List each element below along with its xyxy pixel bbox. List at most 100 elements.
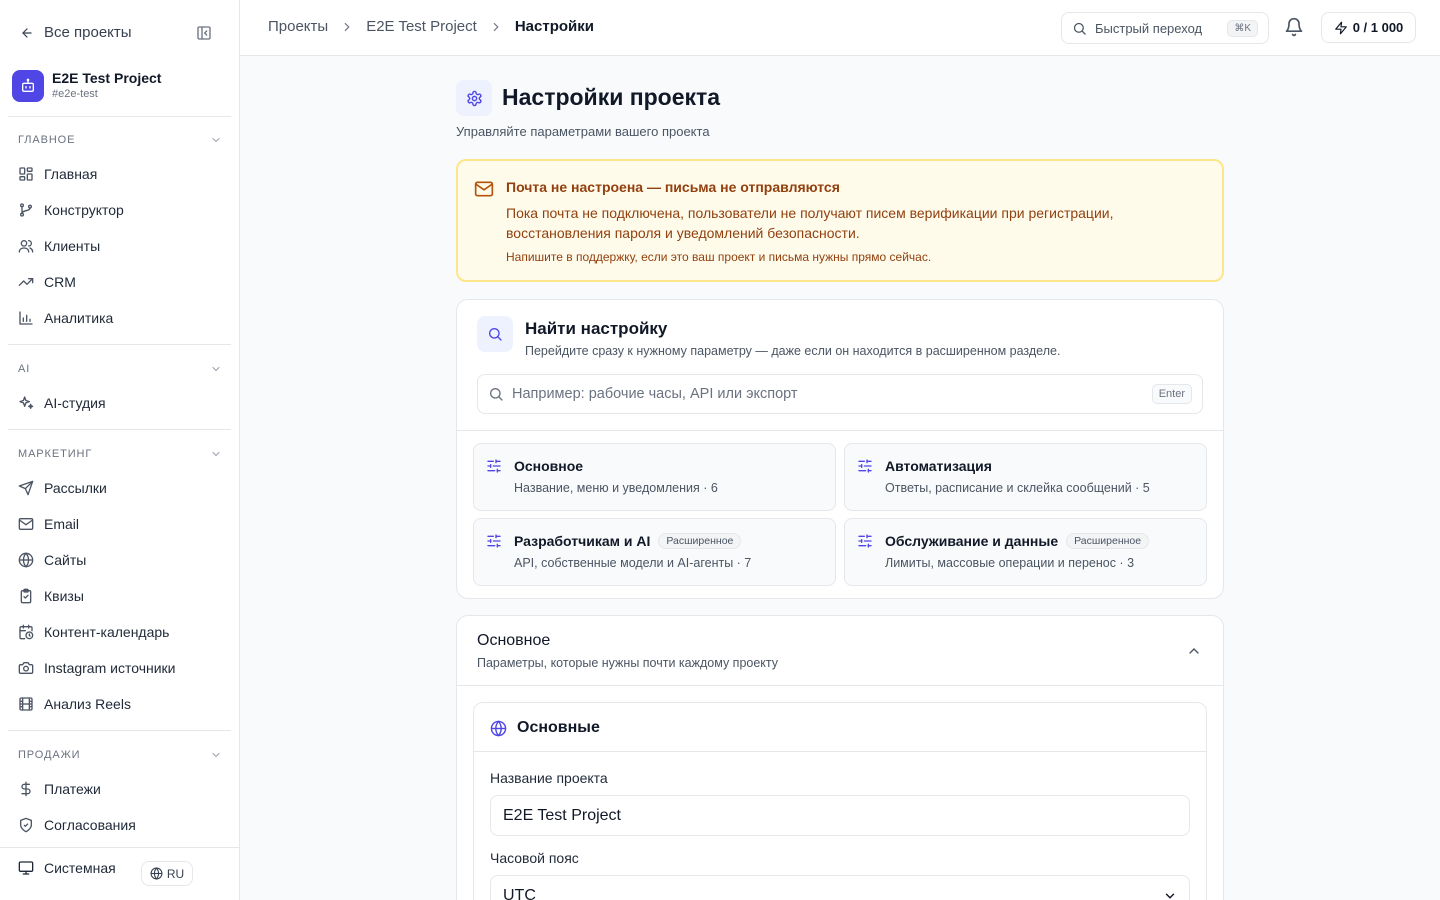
section-collapse-button[interactable]: [1186, 643, 1202, 659]
sidebar-item-label: CRM: [44, 274, 76, 290]
section-title: ПРОДАЖИ: [18, 749, 81, 761]
chevron-down-icon: [212, 451, 220, 457]
language-label: RU: [166, 866, 185, 881]
sidebar-item-label: Анализ Reels: [44, 696, 131, 712]
card-title: Основные: [517, 719, 600, 736]
camera-icon: [18, 662, 34, 674]
sidebar-item-label: Квизы: [44, 588, 84, 604]
category-automation[interactable]: Автоматизация Ответы, расписание и склей…: [844, 443, 1207, 511]
credits-button[interactable]: 0 / 1 000: [1321, 12, 1416, 43]
sidebar-item-reels-analysis[interactable]: Анализ Reels: [18, 689, 228, 719]
language-switcher[interactable]: RU: [141, 861, 193, 886]
sidebar-item-label: Instagram источники: [44, 660, 176, 676]
sidebar-item-instagram-sources[interactable]: Instagram источники: [18, 653, 228, 683]
find-setting-card: Найти настройку Перейдите сразу к нужном…: [456, 299, 1224, 599]
alert-title: Почта не настроена — письма не отправляю…: [506, 179, 840, 195]
sidebar-item-crm[interactable]: CRM: [18, 267, 228, 297]
divider: [8, 730, 231, 731]
sidebar-item-payments[interactable]: Платежи: [18, 774, 228, 804]
project-slug: #e2e-test: [52, 88, 98, 100]
category-title: Основное: [514, 458, 583, 474]
shield-check-icon: [20, 817, 32, 833]
timezone-select[interactable]: UTC: [490, 875, 1190, 900]
section-marketing-toggle[interactable]: МАРКЕТИНГ: [18, 444, 222, 464]
chevron-up-icon: [1189, 648, 1199, 654]
category-title-text: Основное: [514, 458, 584, 474]
section-title: МАРКЕТИНГ: [18, 448, 93, 460]
zap-icon: [1334, 21, 1347, 34]
chevron-right-icon: [344, 22, 350, 31]
sidebar-item-mailings[interactable]: Рассылки: [18, 473, 228, 503]
sidebar-item-ai-studio[interactable]: AI-студия: [18, 388, 228, 418]
section-title: ГЛАВНОЕ: [18, 134, 76, 146]
category-desc: Название, меню и уведомления · 6: [514, 481, 718, 495]
all-projects-link[interactable]: Все проекты: [20, 24, 132, 41]
notifications-button[interactable]: [1284, 17, 1304, 37]
divider: [8, 116, 231, 117]
settings-search-input[interactable]: [512, 386, 1144, 402]
sidebar-item-label: Email: [44, 516, 80, 532]
sidebar-item-label: Сайты: [44, 552, 87, 568]
quick-nav-shortcut: ⌘K: [1227, 19, 1258, 37]
timezone-label: Часовой пояс: [490, 850, 579, 866]
divider: [474, 751, 1206, 752]
divider: [457, 430, 1223, 431]
sidebar-item-label: Платежи: [44, 781, 101, 797]
breadcrumb-project[interactable]: E2E Test Project: [366, 18, 477, 35]
page-subtitle: Управляйте параметрами вашего проекта: [456, 124, 710, 139]
bar-chart-icon: [19, 311, 33, 325]
quick-nav-button[interactable]: Быстрый переход ⌘K: [1061, 12, 1269, 44]
divider: [0, 847, 239, 848]
sparkles-icon: [19, 396, 34, 409]
divider: [8, 429, 231, 430]
sidebar-item-email[interactable]: Email: [18, 509, 228, 539]
sidebar-item-analytics[interactable]: Аналитика: [18, 303, 228, 333]
chevron-down-icon: [212, 366, 220, 372]
category-developers-ai[interactable]: Разработчикам и AI Расширенное API, собст…: [473, 518, 836, 586]
alert-body: Пока почта не подключена, пользователи н…: [506, 205, 1114, 241]
trending-up-icon: [18, 278, 34, 286]
project-name-label: Название проекта: [490, 770, 608, 786]
sliders-icon: [858, 534, 872, 548]
theme-label: Системная: [44, 860, 116, 876]
category-maintenance-data[interactable]: Обслуживание и данные Расширенное Лимиты,…: [844, 518, 1207, 586]
breadcrumb-current: Настройки: [514, 18, 594, 35]
category-title: Разработчикам и AI Расширенное: [514, 533, 742, 549]
globe-icon: [18, 552, 34, 568]
collapse-sidebar-button[interactable]: [196, 25, 214, 43]
sidebar-item-label: Главная: [44, 166, 98, 182]
sidebar-item-clients[interactable]: Клиенты: [18, 231, 228, 261]
sidebar-item-home[interactable]: Главная: [18, 159, 228, 189]
sidebar-item-sites[interactable]: Сайты: [18, 545, 228, 575]
divider: [8, 344, 231, 345]
dollar-sign-icon: [21, 781, 31, 797]
divider: [457, 685, 1223, 686]
section-main-toggle[interactable]: ГЛАВНОЕ: [18, 130, 222, 150]
alert-icon-wrap: [474, 179, 494, 199]
breadcrumb-projects[interactable]: Проекты: [268, 18, 328, 35]
section-sales-toggle[interactable]: ПРОДАЖИ: [18, 745, 222, 765]
sidebar-item-content-calendar[interactable]: Контент-календарь: [18, 617, 228, 647]
sidebar-item-builder[interactable]: Конструктор: [18, 195, 228, 225]
section-subtitle: Параметры, которые нужны почти каждому п…: [477, 656, 779, 670]
sliders-icon: [487, 534, 501, 548]
category-desc: Ответы, расписание и склейка сообщений ·…: [885, 481, 1150, 495]
theme-toggle[interactable]: Системная: [18, 860, 116, 876]
advanced-badge: Расширенное: [1066, 533, 1150, 549]
category-title-text: Автоматизация: [885, 458, 992, 474]
search-icon: [489, 328, 502, 341]
globe-icon: [490, 719, 507, 737]
general-settings-card: Основные Название проекта Часовой пояс U…: [473, 702, 1207, 900]
all-projects-label: Все проекты: [44, 24, 132, 41]
sidebar-item-approvals[interactable]: Согласования: [18, 810, 228, 840]
page-title: Настройки проекта: [502, 84, 721, 110]
category-basic[interactable]: Основное Название, меню и уведомления · …: [473, 443, 836, 511]
sidebar-item-label: Клиенты: [44, 238, 101, 254]
find-icon-box: [477, 316, 513, 352]
section-ai-toggle[interactable]: AI: [18, 359, 222, 379]
sidebar-item-quizzes[interactable]: Квизы: [18, 581, 228, 611]
section-title: AI: [18, 363, 31, 375]
chevron-down-icon: [212, 137, 220, 143]
project-switcher[interactable]: E2E Test Project #e2e-test: [12, 68, 228, 104]
project-name-input[interactable]: [490, 795, 1190, 836]
